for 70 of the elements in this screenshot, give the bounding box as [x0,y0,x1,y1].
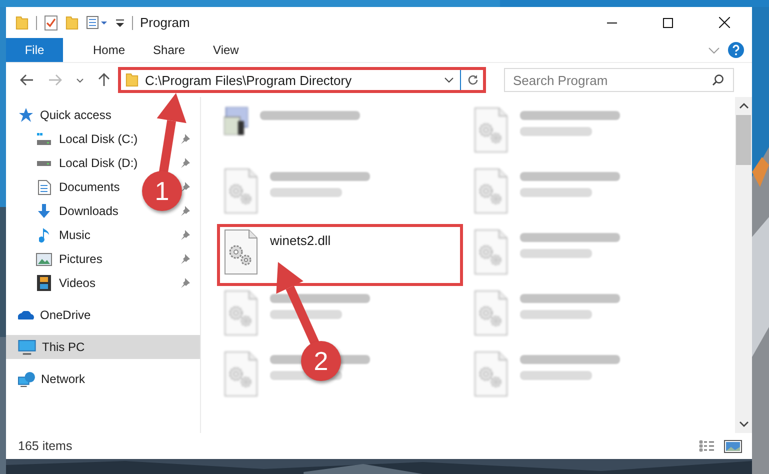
sidebar-item[interactable]: Videos [6,271,100,295]
ribbon-tab[interactable]: File [6,38,63,62]
pin-icon[interactable] [180,182,190,192]
minimize-icon [607,22,617,24]
details-view-icon[interactable] [699,440,715,452]
sidebar-item[interactable]: Music [6,223,94,247]
customize-icon[interactable] [115,18,125,26]
drive-icon [37,160,51,166]
scroll-down-icon[interactable] [738,421,748,427]
blurred-text [520,371,592,380]
star-icon [18,108,34,122]
dropdown-caret-icon[interactable] [444,77,454,83]
pin-icon[interactable] [180,158,190,168]
ribbon-tab[interactable]: Share [139,38,200,62]
scroll-up-icon[interactable] [738,103,748,109]
search-icon [712,74,724,86]
pin-icon[interactable] [180,278,190,288]
chevron-icon[interactable] [708,46,720,54]
help-icon[interactable] [728,42,744,58]
folder-icon[interactable] [15,16,29,30]
blurred-text [270,188,342,197]
sidebar-item[interactable]: Local Disk (C:) [6,127,142,151]
document-icon [38,180,50,194]
film-icon [37,275,51,291]
maximize-icon [663,18,673,28]
dropdown-caret-icon[interactable] [76,78,84,82]
pin-icon[interactable] [180,254,190,264]
sidebar-item[interactable]: Pictures [6,247,106,271]
music-note-icon [39,228,49,242]
pin-icon[interactable] [180,206,190,216]
sidebar-item[interactable]: Quick access [6,103,200,127]
sidebar-item[interactable]: Local Disk (D:) [6,151,142,175]
item-count: 165 items [18,439,72,453]
blurred-text [520,249,592,258]
forward-arrow-icon[interactable] [48,74,62,86]
properties-icon[interactable] [86,16,108,29]
sidebar-item[interactable]: Documents [6,175,124,199]
ribbon-tab[interactable]: View [199,38,253,62]
up-arrow-icon[interactable] [98,73,110,87]
refresh-icon[interactable] [467,74,479,86]
back-arrow-icon[interactable] [20,74,34,86]
pin-icon[interactable] [180,134,190,144]
blurred-text [520,310,592,319]
blurred-text [520,188,592,197]
sidebar-item[interactable]: Network [6,367,200,391]
checklist-icon[interactable] [44,14,58,30]
sidebar-item[interactable]: OneDrive [6,303,200,327]
blurred-text [520,127,592,136]
folder-icon[interactable] [65,16,79,30]
tiles-view-icon[interactable] [724,440,742,452]
close-icon [718,17,730,28]
monitor-icon [18,340,36,354]
down-arrow-icon [37,204,51,218]
image-icon [36,252,52,266]
drive-icon [37,133,51,145]
cloud-icon [18,310,34,320]
scroll-thumb[interactable] [736,115,751,165]
sidebar-item[interactable]: This PC [6,335,200,359]
window-title: Program [140,15,190,30]
folder-icon [125,73,139,87]
gears-file-icon[interactable] [224,229,258,275]
pin-icon[interactable] [180,230,190,240]
ribbon-tab[interactable]: Home [79,38,140,62]
search-field[interactable]: Search Program [504,68,734,92]
network-icon [18,372,35,386]
sidebar-item[interactable]: Downloads [6,199,122,223]
scrollbar[interactable] [735,97,752,433]
file-name: winets2.dll [270,233,331,248]
program-icon[interactable] [224,107,248,135]
address-field[interactable]: C:\Program Files\Program Directory [121,70,483,90]
